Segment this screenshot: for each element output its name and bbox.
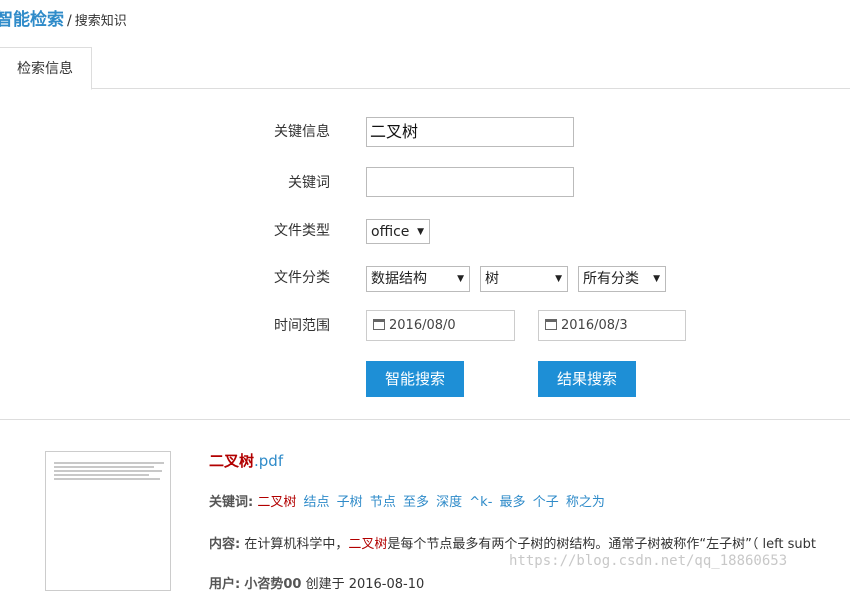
- document-thumbnail[interactable]: [45, 451, 171, 591]
- date-from-value: 2016/08/0: [389, 318, 456, 333]
- result-title[interactable]: 二叉树.pdf: [209, 450, 283, 471]
- category-select-2[interactable]: 树 ▼: [480, 266, 568, 292]
- chevron-down-icon: ▼: [417, 227, 424, 237]
- category-label: 文件分类: [274, 270, 330, 286]
- divider: [0, 419, 850, 420]
- content-highlight: 二叉树: [348, 537, 388, 552]
- timerange-label: 时间范围: [274, 318, 330, 334]
- watermark: https://blog.csdn.net/qq_18860653: [509, 553, 788, 569]
- keyword-tag[interactable]: 子树: [337, 495, 363, 510]
- result-title-highlight: 二叉树: [209, 452, 255, 470]
- breadcrumb: 智能检索 / 搜索知识: [0, 5, 127, 30]
- keyword-tag[interactable]: 最多: [500, 495, 526, 510]
- category-3-value: 所有分类: [583, 271, 639, 287]
- content-pre: 在计算机科学中，: [240, 537, 349, 552]
- content-label: 内容:: [209, 537, 241, 552]
- result-search-button[interactable]: 结果搜索: [538, 361, 636, 397]
- category-2-value: 树: [485, 271, 499, 287]
- tab-search-info[interactable]: 检索信息: [0, 47, 92, 90]
- keyword-tag[interactable]: 至多: [403, 495, 429, 510]
- tab-bar: 检索信息: [0, 47, 850, 90]
- breadcrumb-page: 搜索知识: [74, 14, 127, 29]
- chevron-down-icon: ▼: [457, 274, 464, 284]
- category-1-value: 数据结构: [371, 271, 427, 287]
- chevron-down-icon: ▼: [555, 274, 562, 284]
- keyword-tag[interactable]: 称之为: [566, 495, 605, 510]
- breadcrumb-app[interactable]: 智能检索: [0, 10, 64, 30]
- user-name[interactable]: 小咨势00: [244, 577, 301, 592]
- content-post: 是每个节点最多有两个子树的树结构。通常子树被称作“左子树”（ left subt: [387, 537, 817, 552]
- keyword-input[interactable]: [366, 167, 574, 197]
- date-to-value: 2016/08/3: [561, 318, 628, 333]
- keyword-tag[interactable]: 个子: [533, 495, 559, 510]
- breadcrumb-separator: /: [67, 13, 72, 29]
- keyword-tag[interactable]: 节点: [370, 495, 396, 510]
- result-content: 内容: 在计算机科学中，二叉树是每个节点最多有两个子树的树结构。通常子树被称作“…: [209, 533, 816, 552]
- date-to-input[interactable]: 2016/08/3: [538, 310, 686, 341]
- category-select-1[interactable]: 数据结构 ▼: [366, 266, 470, 292]
- keyword-tag[interactable]: 深度: [436, 495, 462, 510]
- smart-search-button[interactable]: 智能搜索: [366, 361, 464, 397]
- chevron-down-icon: ▼: [653, 274, 660, 284]
- keyword-tag[interactable]: 二叉树: [257, 495, 296, 510]
- filetype-select[interactable]: office ▼: [366, 219, 430, 244]
- filetype-value: office: [371, 224, 410, 240]
- created-text: 创建于 2016-08-10: [301, 577, 425, 592]
- result-keywords: 关键词: 二叉树 结点 子树 节点 至多 深度 ^k- 最多 个子 称之为: [209, 491, 608, 510]
- keyinfo-input[interactable]: 二叉树: [366, 117, 574, 147]
- keywords-label: 关键词:: [209, 495, 254, 510]
- keyword-label: 关键词: [288, 175, 330, 191]
- keyword-tag[interactable]: 结点: [304, 495, 330, 510]
- user-label: 用户:: [209, 577, 241, 592]
- keyword-tag[interactable]: ^k-: [469, 495, 492, 510]
- category-select-3[interactable]: 所有分类 ▼: [578, 266, 666, 292]
- keyinfo-label: 关键信息: [274, 124, 330, 140]
- calendar-icon: [545, 319, 557, 330]
- calendar-icon: [373, 319, 385, 330]
- filetype-label: 文件类型: [274, 223, 330, 239]
- date-from-input[interactable]: 2016/08/0: [366, 310, 515, 341]
- result-title-ext: .pdf: [254, 452, 284, 470]
